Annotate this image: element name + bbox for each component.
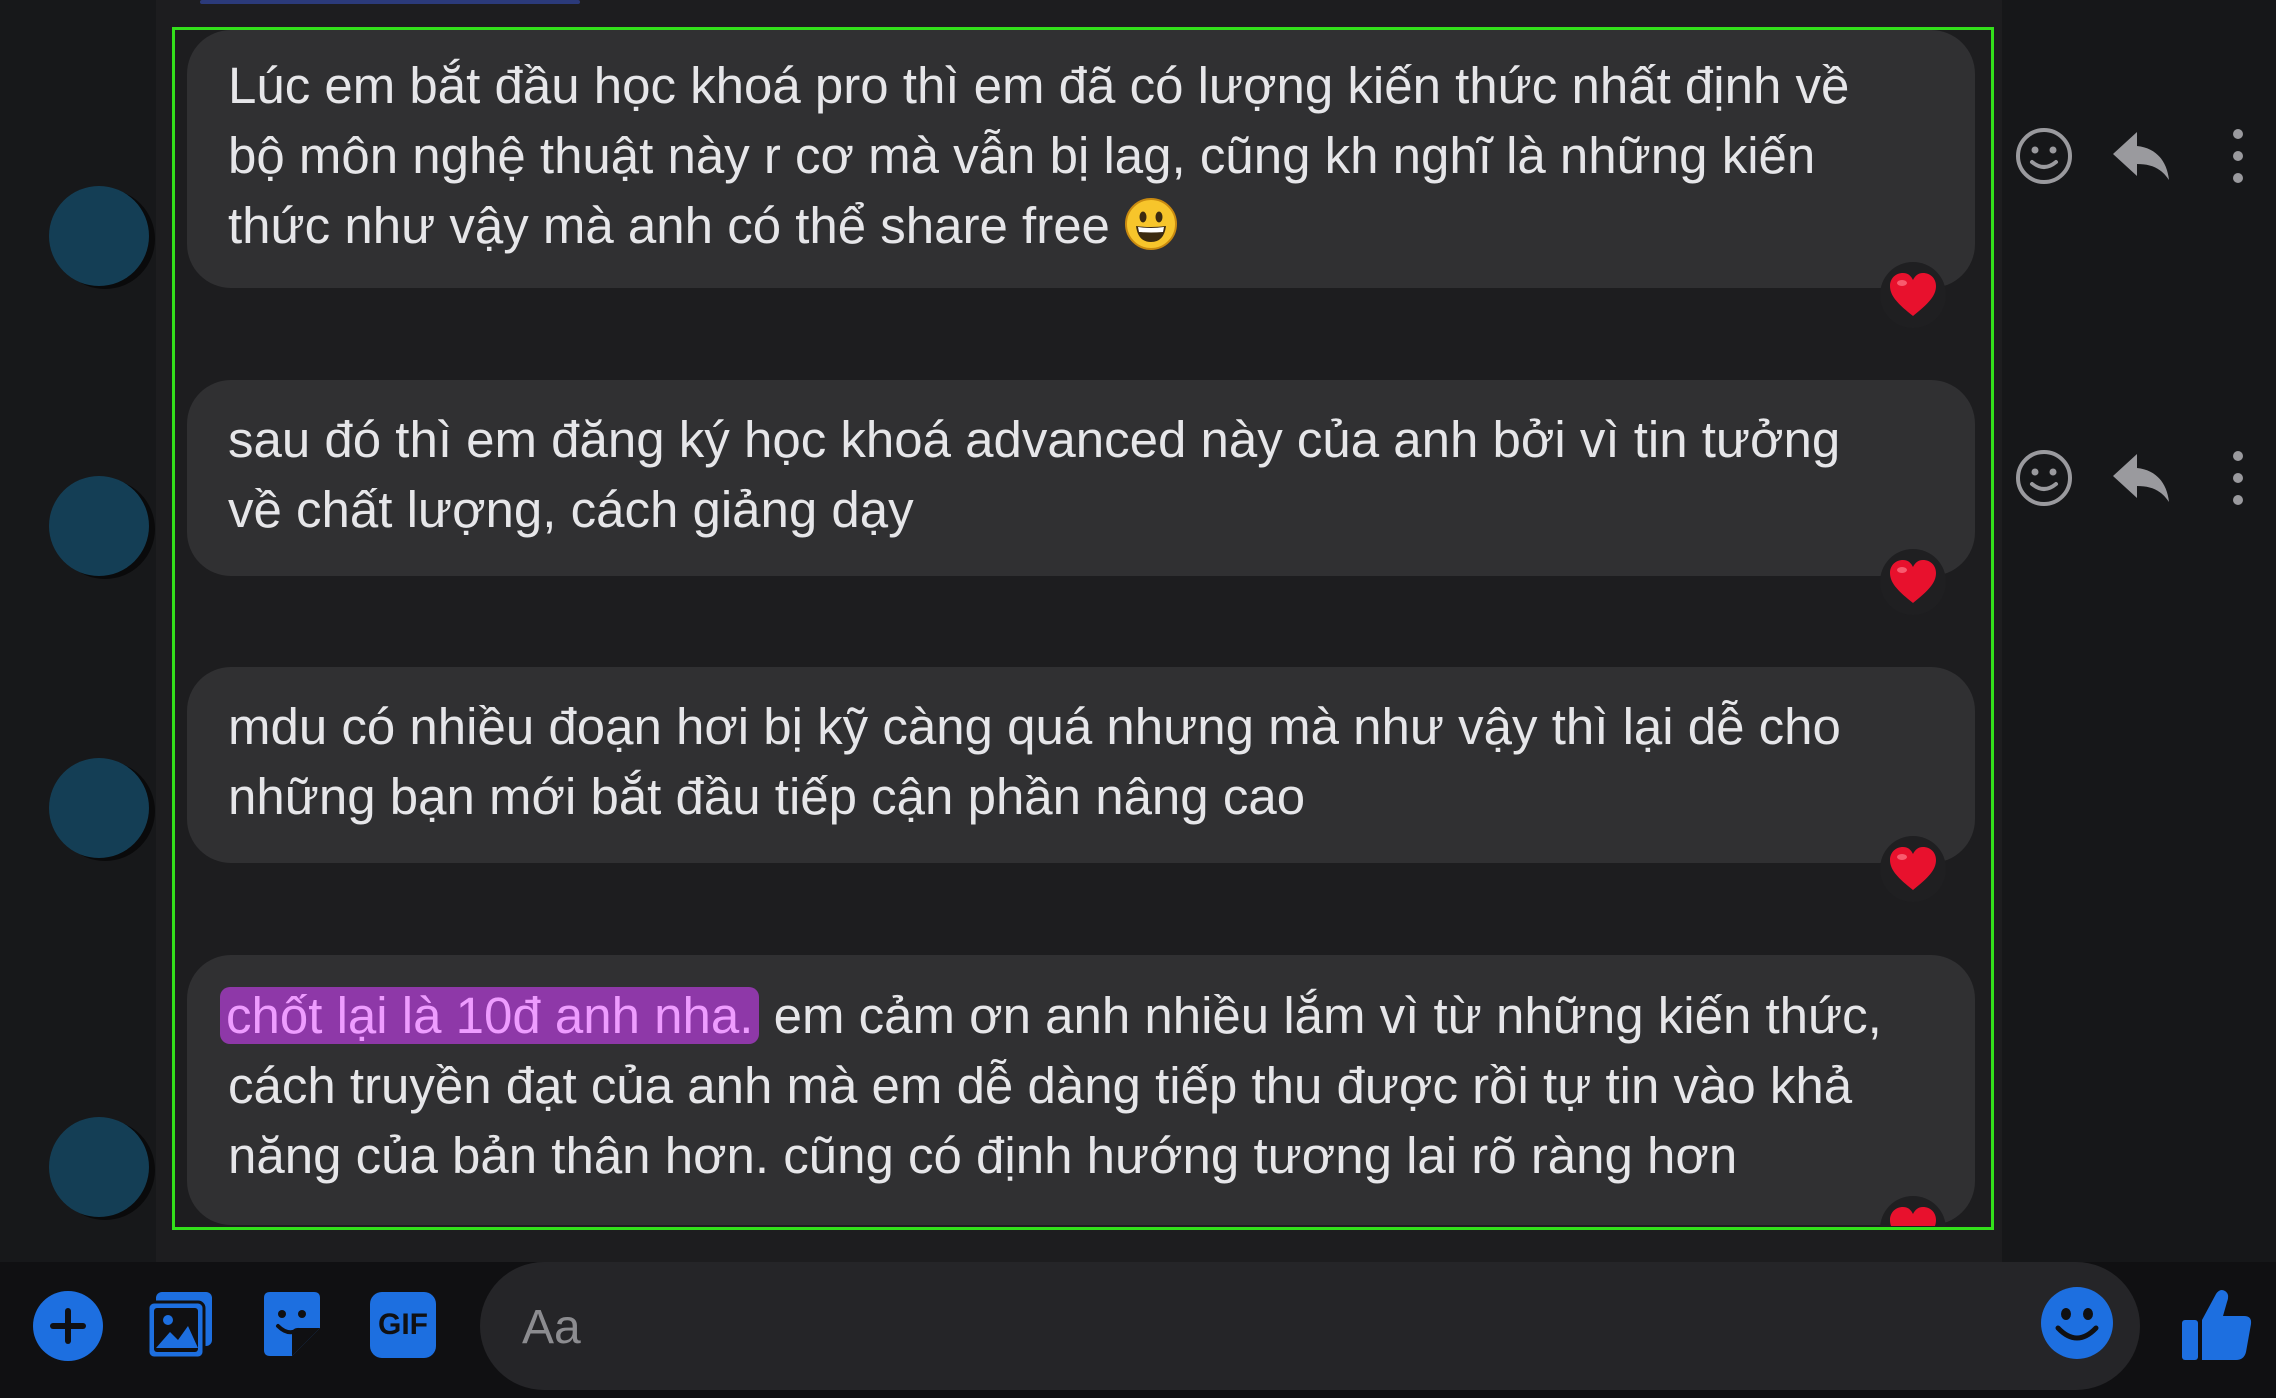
more-icon[interactable]	[2206, 124, 2270, 188]
gif-label: GIF	[378, 1308, 428, 1341]
heart-icon	[1890, 1207, 1936, 1226]
message-bubble[interactable]: sau đó thì em đăng ký học khoá advanced …	[187, 380, 1975, 576]
react-icon[interactable]	[2012, 446, 2076, 510]
react-icon[interactable]	[2012, 124, 2076, 188]
photo-icon[interactable]	[146, 1290, 214, 1360]
grinning-face-emoji	[1124, 197, 1178, 251]
plus-icon[interactable]	[32, 1290, 104, 1362]
reply-icon[interactable]	[2109, 124, 2173, 188]
message-bubble[interactable]: Lúc em bắt đầu học khoá pro thì em đã có…	[187, 30, 1975, 288]
heart-icon	[1890, 273, 1936, 316]
heart-badge	[1880, 1196, 1946, 1226]
like-icon[interactable]	[2180, 1286, 2254, 1362]
heart-icon	[1890, 847, 1936, 890]
heart-reaction[interactable]	[1880, 262, 1946, 328]
message-text: Lúc em bắt đầu học khoá pro thì em đã có…	[228, 57, 1850, 254]
heart-reaction[interactable]	[1875, 1196, 1951, 1226]
message-text: sau đó thì em đăng ký học khoá advanced …	[228, 411, 1841, 538]
message-input-placeholder: Aa	[522, 1301, 581, 1354]
message-text: mdu có nhiều đoạn hơi bị kỹ càng quá như…	[228, 698, 1841, 825]
message-input[interactable]: Aa	[480, 1262, 2140, 1390]
message-bubble[interactable]: chốt lại là 10đ anh nha. em cảm ơn anh n…	[187, 955, 1975, 1225]
heart-reaction[interactable]	[1880, 836, 1946, 902]
emoji-icon[interactable]	[2040, 1286, 2114, 1360]
sender-avatar[interactable]	[49, 1117, 149, 1217]
sender-avatar[interactable]	[49, 186, 149, 286]
heart-icon	[1890, 560, 1936, 603]
reply-icon[interactable]	[2109, 446, 2173, 510]
gif-icon[interactable]: GIF	[368, 1290, 438, 1360]
heart-reaction[interactable]	[1880, 549, 1946, 615]
sender-avatar[interactable]	[49, 758, 149, 858]
more-icon[interactable]	[2206, 446, 2270, 510]
message-text: chốt lại là 10đ anh nha. em cảm ơn anh n…	[220, 981, 1935, 1191]
chat-right-margin	[2002, 0, 2276, 1262]
sticker-icon[interactable]	[258, 1290, 326, 1360]
message-bubble[interactable]: mdu có nhiều đoạn hơi bị kỹ càng quá như…	[187, 667, 1975, 863]
top-tab-indicator	[200, 0, 580, 4]
sender-avatar[interactable]	[49, 476, 149, 576]
highlighted-text: chốt lại là 10đ anh nha.	[220, 987, 760, 1044]
